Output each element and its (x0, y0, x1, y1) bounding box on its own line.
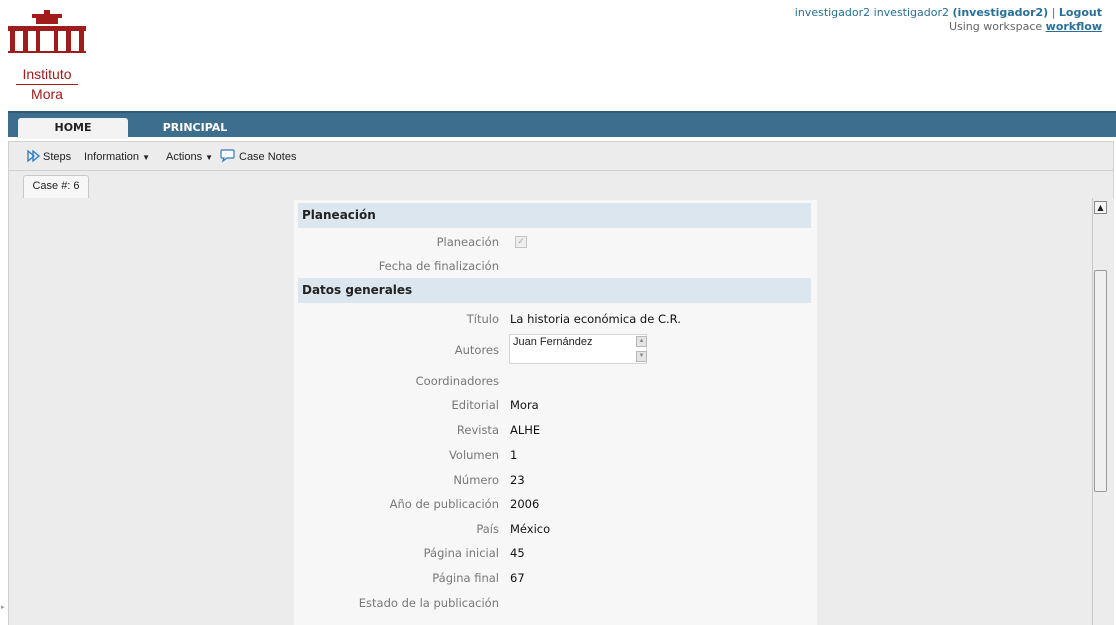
sidebar-collapse-handle[interactable]: ▸ (0, 198, 7, 625)
institute-logo: Instituto Mora (8, 10, 108, 106)
header-separator: | (1051, 6, 1056, 19)
chevron-right-icon: ▸ (1, 603, 5, 611)
case-form: Planeación Planeación ✓ Fecha de finaliz… (294, 200, 817, 625)
revista-label: Revista (456, 423, 499, 437)
titulo-value: La historia económica de C.R. (510, 312, 681, 326)
username: (investigador2) (952, 6, 1049, 19)
scrollbar-thumb[interactable] (1094, 270, 1107, 492)
planeacion-checkbox[interactable]: ✓ (515, 236, 527, 248)
section-planeacion: Planeación (298, 203, 811, 228)
anio-publicacion-value: 2006 (510, 497, 540, 511)
revista-value: ALHE (510, 423, 541, 437)
speech-bubble-icon (219, 149, 235, 166)
steps-icon (27, 149, 41, 166)
pagina-inicial-value: 45 (510, 546, 525, 560)
logo-text-instituto: Instituto (22, 66, 72, 82)
pais-label: País (476, 522, 499, 536)
case-notes-button[interactable]: Case Notes (239, 150, 296, 164)
scroll-up-icon[interactable]: ▲ (1094, 201, 1107, 214)
case-toolbar: Steps Information ▼ Actions ▼ Case Notes (8, 141, 1114, 171)
tab-case[interactable]: Case #: 6 (23, 175, 89, 198)
user-display-name: investigador2 investigador2 (794, 6, 950, 19)
pais-value: México (510, 522, 551, 536)
actions-label: Actions (166, 151, 203, 163)
section-datos-generales: Datos generales (298, 278, 811, 303)
chevron-down-icon: ▼ (142, 153, 151, 162)
logout-link[interactable]: Logout (1059, 6, 1102, 19)
chevron-down-icon: ▼ (205, 153, 214, 162)
planeacion-label: Planeación (436, 235, 499, 249)
pagina-final-value: 67 (510, 571, 525, 585)
volumen-value: 1 (510, 448, 518, 462)
content-scrollbar[interactable]: ▲ (1092, 198, 1109, 625)
information-label: Information (84, 151, 140, 163)
fecha-finalizacion-label: Fecha de finalización (378, 259, 499, 273)
autores-textarea[interactable]: Juan Fernández ▲ ▼ (509, 334, 647, 364)
volumen-label: Volumen (448, 448, 499, 462)
estado-publicacion-label: Estado de la publicación (358, 596, 499, 610)
actions-menu[interactable]: Actions ▼ (166, 150, 213, 165)
numero-label: Número (453, 473, 499, 487)
user-info: investigador2 investigador2 (investigado… (795, 6, 1102, 34)
main-nav: HOME PRINCIPAL (8, 111, 1116, 139)
logo-text-mora: Mora (31, 86, 63, 102)
case-tab-strip: Case #: 6 (8, 171, 1114, 198)
workspace-prefix: Using workspace (948, 20, 1043, 33)
autores-label: Autores (454, 343, 499, 357)
information-menu[interactable]: Information ▼ (84, 150, 150, 165)
anio-publicacion-label: Año de publicación (389, 497, 499, 511)
autores-scrollbar[interactable]: ▲ ▼ (636, 336, 647, 362)
titulo-label: Título (466, 312, 499, 326)
autores-value: Juan Fernández (513, 336, 593, 348)
building-logo-icon (8, 10, 86, 53)
checkmark-icon: ✓ (517, 237, 525, 247)
editorial-label: Editorial (451, 398, 499, 412)
scroll-down-icon[interactable]: ▼ (636, 351, 647, 362)
logo-divider (16, 84, 78, 85)
coordinadores-label: Coordinadores (415, 374, 499, 388)
tab-principal[interactable]: PRINCIPAL (140, 118, 250, 139)
scroll-up-icon[interactable]: ▲ (636, 336, 647, 347)
workspace-link[interactable]: workflow (1046, 20, 1102, 33)
tab-home[interactable]: HOME (18, 118, 128, 139)
pagina-inicial-label: Página inicial (423, 546, 499, 560)
numero-value: 23 (510, 473, 525, 487)
steps-button[interactable]: Steps (43, 150, 71, 164)
pagina-final-label: Página final (432, 571, 499, 585)
editorial-value: Mora (510, 398, 539, 412)
